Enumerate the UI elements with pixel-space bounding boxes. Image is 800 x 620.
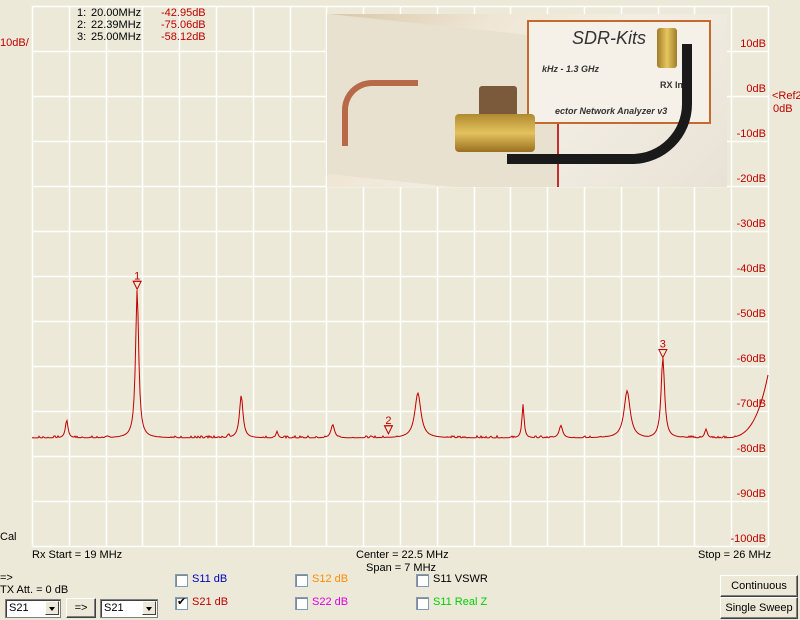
scale-label: 10dB/: [0, 37, 29, 49]
rx-start-label: Rx Start = 19 MHz: [32, 549, 123, 561]
source-param-value: S21: [9, 602, 29, 614]
marker-readout: 1: 20.00MHz -42.95dB 2: 22.39MHz -75.06dB 3:…: [77, 7, 221, 43]
marker-triangle-icon: [132, 280, 142, 291]
checkbox-s22-db[interactable]: [295, 597, 308, 610]
y-tick-label: -40dB: [737, 263, 766, 275]
orange-cable-image: [342, 80, 418, 146]
checkmark-icon: ✔: [177, 596, 187, 608]
checkbox-label-s11-realz[interactable]: S11 Real Z: [433, 596, 487, 608]
y-tick-label: -50dB: [737, 308, 766, 320]
arrow-indicator: =>: [0, 572, 13, 584]
checkbox-label-s11-vswr[interactable]: S11 VSWR: [433, 573, 488, 585]
checkbox-s12-db[interactable]: [295, 574, 308, 587]
checkbox-s11-db[interactable]: [175, 574, 188, 587]
marker-label: 1: [134, 270, 140, 282]
tx-attenuation-label: TX Att. = 0 dB: [0, 584, 69, 596]
source-param-select[interactable]: S21: [5, 599, 61, 618]
rx-connector-image: [657, 28, 677, 68]
checkbox-s11-vswr[interactable]: [416, 574, 429, 587]
marker-label: 3: [660, 339, 666, 351]
chevron-down-icon[interactable]: [142, 601, 156, 615]
ref-value: 0dB: [773, 103, 793, 115]
reference-label: <Ref2 0dB: [772, 90, 800, 116]
y-tick-label: -20dB: [737, 173, 766, 185]
marker-triangle-icon: [383, 425, 394, 435]
y-tick-label: -90dB: [737, 488, 766, 500]
checkbox-label-s22-db[interactable]: S22 dB: [312, 596, 348, 608]
stop-label: Stop = 26 MHz: [698, 549, 772, 561]
y-tick-label: -60dB: [737, 353, 766, 365]
center-label: Center = 22.5 MHz: [356, 549, 449, 561]
checkbox-label-s21-db[interactable]: S21 dB: [192, 596, 228, 608]
y-tick-label: 0dB: [746, 83, 766, 95]
y-tick-label: -100dB: [731, 533, 766, 545]
transfer-button[interactable]: =>: [66, 598, 96, 618]
single-sweep-button[interactable]: Single Sweep: [720, 597, 798, 619]
sma-connector-image: [455, 114, 535, 152]
continuous-button[interactable]: Continuous: [720, 575, 798, 597]
checkbox-label-s12-db[interactable]: S12 dB: [312, 573, 348, 585]
cal-label: Cal: [0, 531, 17, 543]
marker-row-2: 2: 22.39MHz -75.06dB: [77, 19, 206, 31]
target-param-value: S21: [104, 602, 124, 614]
marker-row-3: 3: 25.00MHz -58.12dB: [77, 31, 206, 43]
y-tick-label: -10dB: [737, 128, 766, 140]
overlay-photo: SDR-Kits kHz - 1.3 GHz RX In ector Netwo…: [327, 14, 727, 187]
checkbox-label-s11-db[interactable]: S11 dB: [192, 573, 227, 585]
y-tick-label: -80dB: [737, 443, 766, 455]
checkbox-s21-db[interactable]: ✔: [175, 596, 188, 610]
ref-name: <Ref2: [772, 90, 800, 102]
y-axis-labels: 10dB0dB-10dB-20dB-30dB-40dB-50dB-60dB-70…: [731, 38, 766, 545]
marker-label: 2: [385, 415, 391, 427]
y-tick-label: -30dB: [737, 218, 766, 230]
chevron-down-icon[interactable]: [45, 601, 59, 615]
y-tick-label: 10dB: [740, 38, 766, 50]
checkbox-s11-realz[interactable]: [416, 597, 429, 610]
span-label: Span = 7 MHz: [366, 562, 437, 574]
target-param-select[interactable]: S21: [100, 599, 158, 618]
marker-row-1: 1: 20.00MHz -42.95dB: [77, 7, 206, 19]
marker-triangle-icon: [658, 349, 668, 359]
